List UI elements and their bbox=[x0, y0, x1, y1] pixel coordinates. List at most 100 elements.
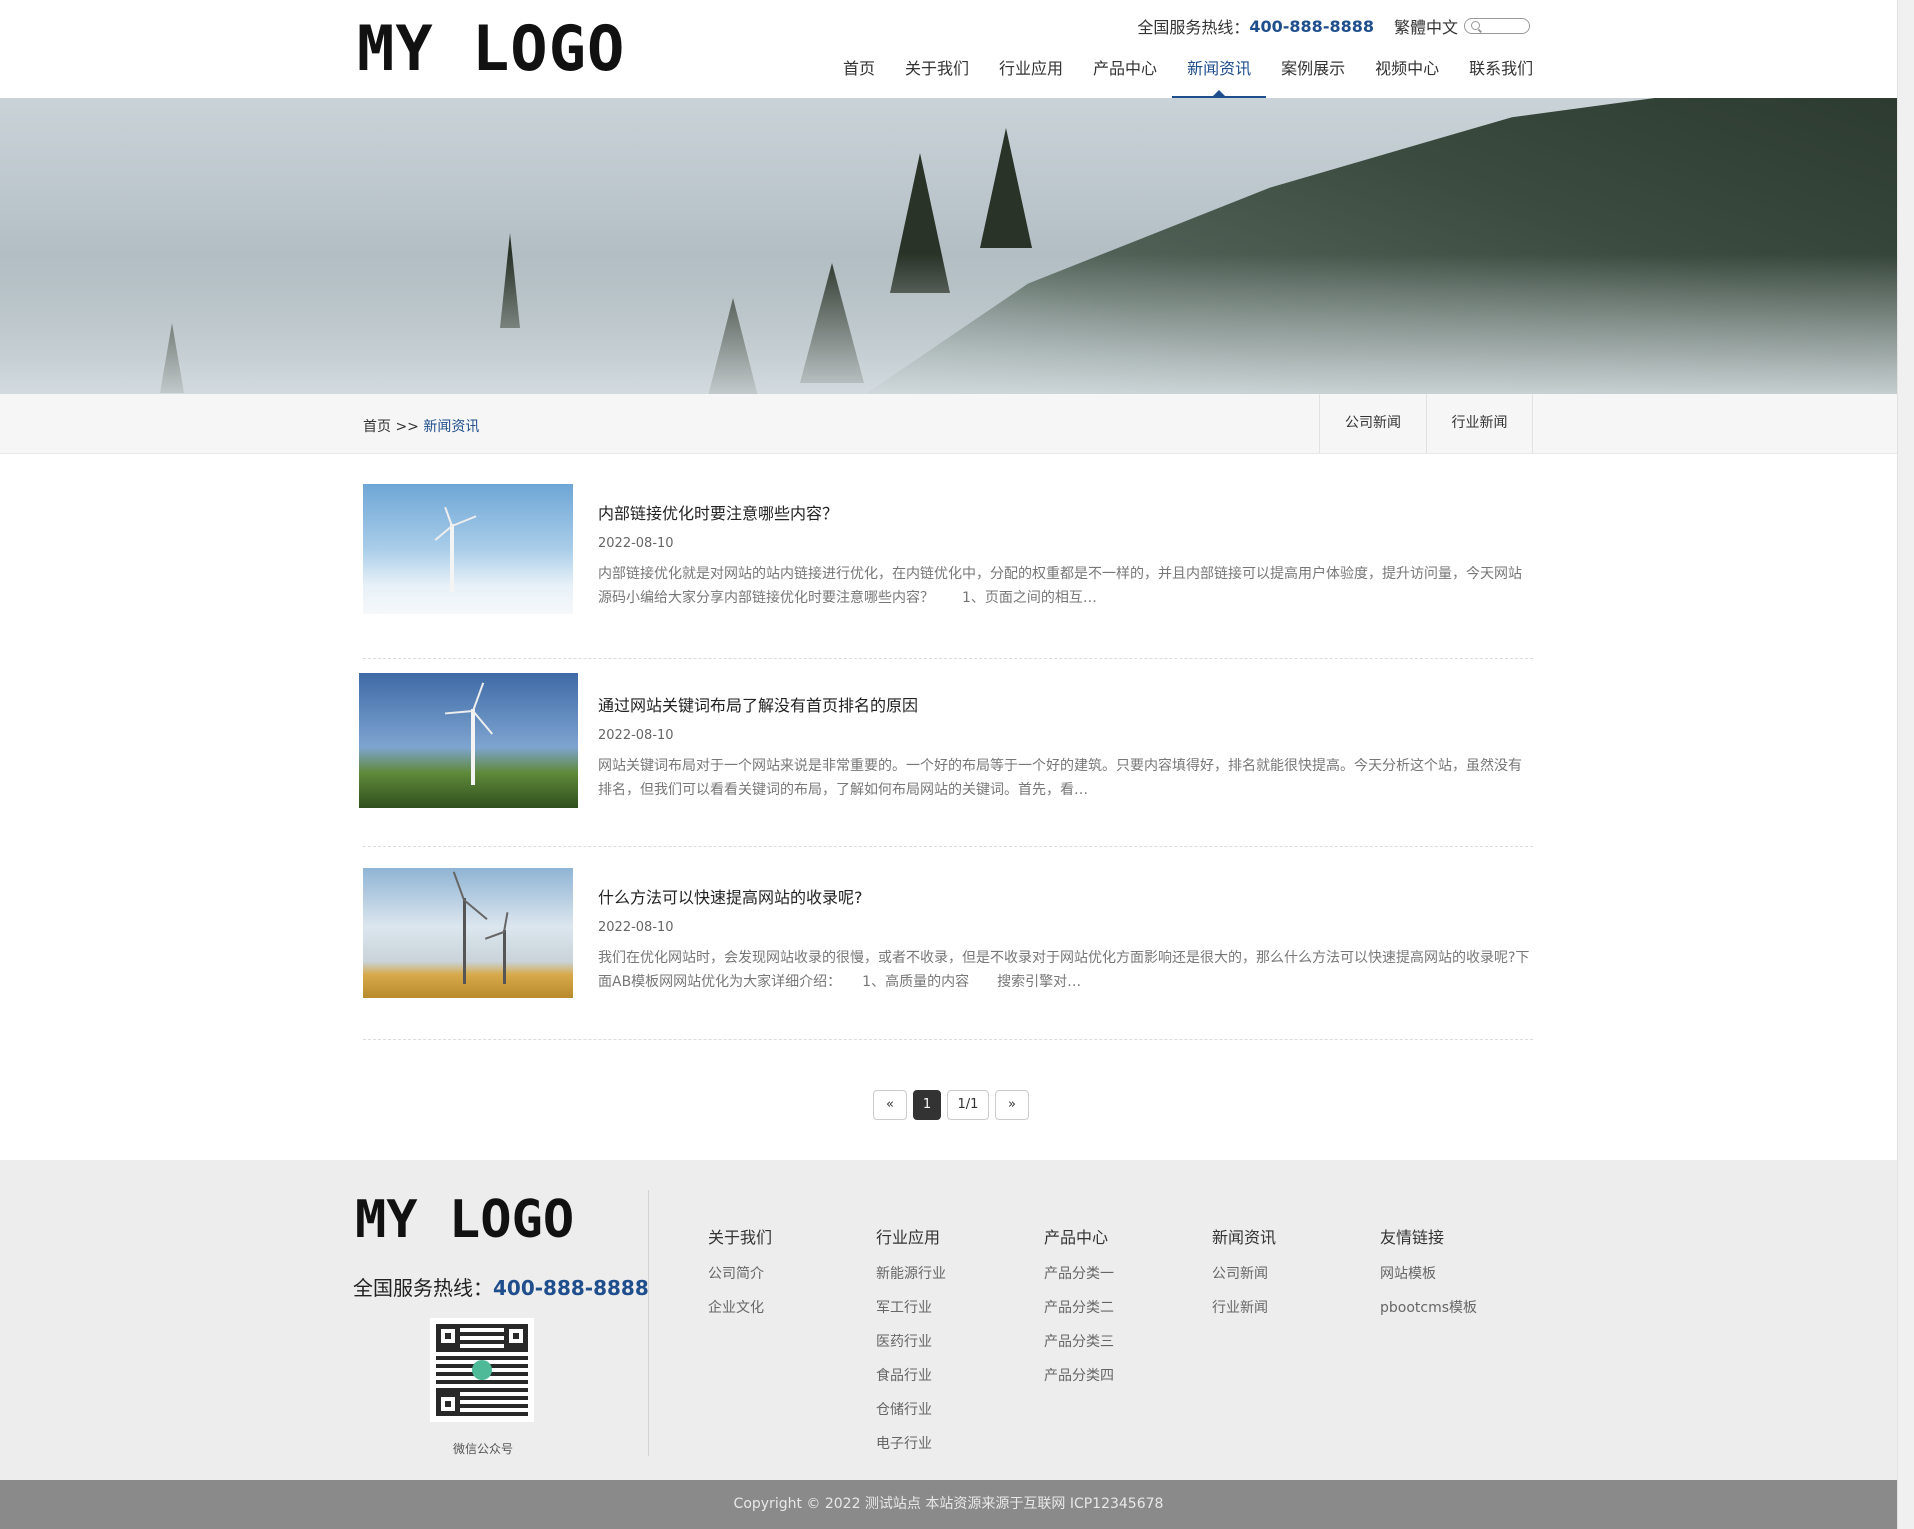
breadcrumb-separator: >> bbox=[395, 419, 419, 435]
wind-turbine-blade bbox=[445, 710, 474, 715]
tab-industry-news[interactable]: 行业新闻 bbox=[1426, 394, 1533, 453]
sub-navigation-bar: 首页 >> 新闻资讯 公司新闻 行业新闻 bbox=[0, 394, 1897, 454]
footer-divider bbox=[648, 1190, 649, 1456]
news-title[interactable]: 什么方法可以快速提高网站的收录呢? bbox=[598, 884, 863, 908]
footer-link[interactable]: 新能源行业 bbox=[876, 1264, 946, 1298]
nav-item-about[interactable]: 关于我们 bbox=[890, 52, 984, 98]
footer-link[interactable]: 军工行业 bbox=[876, 1298, 946, 1332]
language-switch[interactable]: 繁體中文 bbox=[1394, 14, 1458, 38]
home-icon bbox=[472, 1360, 492, 1380]
news-list-item[interactable]: 通过网站关键词布局了解没有首页排名的原因 2022-08-10 网站关键词布局对… bbox=[359, 658, 1533, 847]
page-info: 1/1 bbox=[947, 1090, 989, 1120]
breadcrumb-current[interactable]: 新闻资讯 bbox=[423, 419, 479, 435]
footer-hotline: 全国服务热线：400-888-8888 bbox=[353, 1272, 649, 1301]
news-summary: 我们在优化网站时，会发现网站收录的很慢，或者不收录，但是不收录对于网站优化方面影… bbox=[598, 950, 1530, 990]
news-date: 2022-08-10 bbox=[598, 920, 674, 935]
footer-link[interactable]: 网站模板 bbox=[1380, 1264, 1477, 1298]
footer-column-products: 产品中心 产品分类一 产品分类二 产品分类三 产品分类四 bbox=[1044, 1224, 1114, 1400]
footer-column-about: 关于我们 公司简介 企业文化 bbox=[708, 1224, 772, 1332]
footer-link[interactable]: 企业文化 bbox=[708, 1298, 772, 1332]
category-tabs: 公司新闻 行业新闻 bbox=[1319, 394, 1533, 453]
wind-turbine-blade bbox=[484, 931, 505, 940]
prev-page-button[interactable]: « bbox=[873, 1090, 907, 1120]
qr-finder bbox=[504, 1324, 528, 1348]
qr-finder bbox=[436, 1392, 460, 1416]
footer-link[interactable]: 仓储行业 bbox=[876, 1400, 946, 1434]
footer-link[interactable]: 产品分类二 bbox=[1044, 1298, 1114, 1332]
breadcrumb-home[interactable]: 首页 bbox=[363, 419, 391, 435]
news-date: 2022-08-10 bbox=[598, 728, 674, 743]
footer-column-industry: 行业应用 新能源行业 军工行业 医药行业 食品行业 仓储行业 电子行业 bbox=[876, 1224, 946, 1468]
footer-link[interactable]: 公司新闻 bbox=[1212, 1264, 1276, 1298]
next-page-button[interactable]: » bbox=[995, 1090, 1029, 1120]
page-scrollbar[interactable] bbox=[1897, 0, 1914, 1529]
news-summary: 内部链接优化就是对网站的站内链接进行优化，在内链优化中，分配的权重都是不一样的，… bbox=[598, 566, 1522, 606]
footer-link[interactable]: 产品分类一 bbox=[1044, 1264, 1114, 1298]
qr-code-label: 微信公众号 bbox=[453, 1442, 514, 1456]
news-title[interactable]: 通过网站关键词布局了解没有首页排名的原因 bbox=[598, 692, 918, 716]
main-nav: 首页 关于我们 行业应用 产品中心 新闻资讯 案例展示 视频中心 联系我们 bbox=[828, 52, 1548, 98]
footer-link[interactable]: 食品行业 bbox=[876, 1366, 946, 1400]
footer-hotline-number: 400-888-8888 bbox=[493, 1276, 649, 1300]
wind-turbine-blade bbox=[452, 871, 465, 901]
footer-column-title[interactable]: 新闻资讯 bbox=[1212, 1224, 1276, 1248]
tab-company-news[interactable]: 公司新闻 bbox=[1319, 394, 1426, 453]
search-input[interactable] bbox=[1464, 18, 1530, 34]
footer-column-title[interactable]: 关于我们 bbox=[708, 1224, 772, 1248]
footer-column-links: 友情链接 网站模板 pbootcms模板 bbox=[1380, 1224, 1477, 1332]
site-header: MY LOGO 全国服务热线： 400-888-8888 繁體中文 首页 关于我… bbox=[0, 0, 1897, 98]
wind-turbine-tower bbox=[450, 524, 454, 592]
qr-finder bbox=[436, 1324, 460, 1348]
wind-turbine-blade bbox=[472, 682, 485, 712]
footer-column-title[interactable]: 产品中心 bbox=[1044, 1224, 1114, 1248]
nav-item-contact[interactable]: 联系我们 bbox=[1454, 52, 1548, 98]
news-title[interactable]: 内部链接优化时要注意哪些内容？ bbox=[598, 500, 838, 524]
breadcrumb: 首页 >> 新闻资讯 bbox=[363, 416, 479, 436]
top-bar: 全国服务热线： 400-888-8888 繁體中文 bbox=[1137, 14, 1530, 38]
footer-link[interactable]: 产品分类四 bbox=[1044, 1366, 1114, 1400]
copyright-bar: Copyright © 2022 测试站点 本站资源来源于互联网 ICP1234… bbox=[0, 1480, 1897, 1529]
wechat-qr-code bbox=[430, 1318, 534, 1422]
nav-item-home[interactable]: 首页 bbox=[828, 52, 890, 98]
nav-item-industry[interactable]: 行业应用 bbox=[984, 52, 1078, 98]
hotline-label: 全国服务热线： bbox=[1137, 18, 1250, 37]
hotline-number: 400-888-8888 bbox=[1249, 16, 1374, 36]
footer-hotline-label: 全国服务热线： bbox=[353, 1276, 493, 1300]
news-list-item[interactable]: 内部链接优化时要注意哪些内容？ 2022-08-10 内部链接优化就是对网站的站… bbox=[363, 484, 1533, 659]
wind-turbine-blade bbox=[463, 899, 488, 921]
footer-link[interactable]: 产品分类三 bbox=[1044, 1332, 1114, 1366]
banner-fog bbox=[0, 254, 1897, 394]
footer-column-title[interactable]: 行业应用 bbox=[876, 1224, 946, 1248]
wind-turbine-tower bbox=[503, 930, 506, 984]
wind-turbine-blade bbox=[451, 515, 477, 527]
footer-link[interactable]: 电子行业 bbox=[876, 1434, 946, 1468]
pagination: « 1 1/1 » bbox=[873, 1090, 1029, 1120]
nav-item-cases[interactable]: 案例展示 bbox=[1266, 52, 1360, 98]
footer-link[interactable]: pbootcms模板 bbox=[1380, 1298, 1477, 1332]
page-1-button[interactable]: 1 bbox=[913, 1090, 941, 1120]
site-logo[interactable]: MY LOGO bbox=[357, 18, 625, 80]
footer-column-title: 友情链接 bbox=[1380, 1228, 1445, 1247]
nav-item-products[interactable]: 产品中心 bbox=[1078, 52, 1172, 98]
wind-turbine-blade bbox=[444, 506, 453, 527]
news-summary: 网站关键词布局对于一个网站来说是非常重要的。一个好的布局等于一个好的建筑。只要内… bbox=[598, 758, 1522, 798]
nav-item-news[interactable]: 新闻资讯 bbox=[1172, 52, 1267, 98]
site-footer: MY LOGO 全国服务热线：400-888-8888 微信公众号 关于我们 公… bbox=[0, 1160, 1897, 1480]
footer-link[interactable]: 医药行业 bbox=[876, 1332, 946, 1366]
footer-logo[interactable]: MY LOGO bbox=[355, 1194, 574, 1246]
news-list-item[interactable]: 什么方法可以快速提高网站的收录呢? 2022-08-10 我们在优化网站时，会发… bbox=[363, 848, 1533, 1040]
news-thumbnail[interactable] bbox=[359, 673, 578, 808]
wind-turbine-tower bbox=[471, 709, 475, 785]
news-thumbnail[interactable] bbox=[363, 868, 573, 998]
footer-link[interactable]: 公司简介 bbox=[708, 1264, 772, 1298]
footer-column-news: 新闻资讯 公司新闻 行业新闻 bbox=[1212, 1224, 1276, 1332]
banner-tree bbox=[980, 128, 1032, 248]
footer-link[interactable]: 行业新闻 bbox=[1212, 1298, 1276, 1332]
nav-item-video[interactable]: 视频中心 bbox=[1360, 52, 1454, 98]
news-thumbnail[interactable] bbox=[363, 484, 573, 614]
news-date: 2022-08-10 bbox=[598, 536, 674, 551]
wind-turbine-blade bbox=[472, 710, 494, 735]
search-icon[interactable] bbox=[1471, 21, 1480, 30]
hero-banner-image bbox=[0, 98, 1897, 394]
wind-turbine-tower bbox=[463, 898, 466, 984]
